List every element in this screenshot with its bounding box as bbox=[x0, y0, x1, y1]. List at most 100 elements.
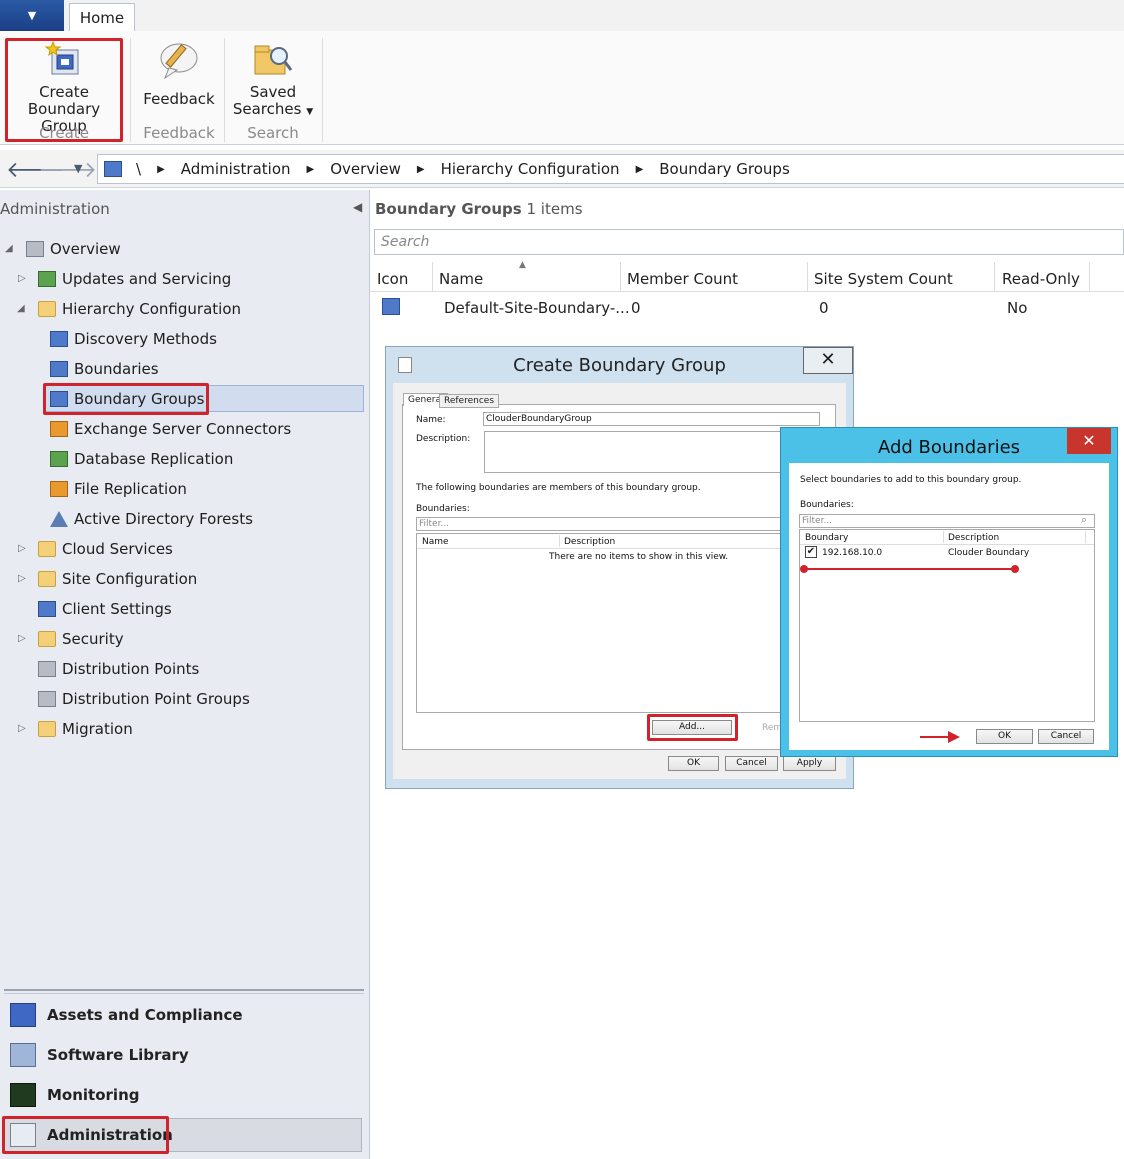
breadcrumb: \ ▶ Administration ▶ Overview ▶ Hierarch… bbox=[97, 154, 1124, 184]
tab-references[interactable]: References bbox=[439, 394, 500, 408]
tree-item-discovery-methods[interactable]: Discovery Methods bbox=[50, 327, 217, 351]
list-column-name[interactable]: Name bbox=[422, 537, 449, 547]
list-column-description[interactable]: Description bbox=[564, 537, 615, 547]
tree-item-file-replication[interactable]: File Replication bbox=[50, 477, 187, 501]
console-root-icon[interactable] bbox=[104, 161, 122, 177]
expanded-arrow-icon[interactable]: ◢ bbox=[17, 303, 25, 314]
tree-item-site-configuration[interactable]: Site Configuration bbox=[38, 567, 197, 591]
breadcrumb-overview[interactable]: Overview bbox=[324, 160, 407, 178]
ok-button[interactable]: OK bbox=[976, 729, 1033, 744]
column-header-site-system-count[interactable]: Site System Count bbox=[814, 270, 953, 288]
column-header-icon[interactable]: Icon bbox=[377, 270, 408, 288]
column-header-member-count[interactable]: Member Count bbox=[627, 270, 738, 288]
boundary-description: Clouder Boundary bbox=[948, 548, 1030, 558]
software-library-icon bbox=[10, 1043, 36, 1067]
workspace-label: Software Library bbox=[47, 1046, 189, 1064]
column-separator[interactable] bbox=[620, 262, 621, 292]
tree-item-distribution-point-groups[interactable]: Distribution Point Groups bbox=[38, 687, 250, 711]
breadcrumb-separator-icon[interactable]: ▶ bbox=[297, 164, 325, 175]
cell-read-only: No bbox=[1007, 299, 1028, 317]
forward-arrow-icon[interactable]: 🡒 bbox=[38, 157, 97, 183]
column-separator[interactable] bbox=[1089, 262, 1090, 292]
tree-item-label: Client Settings bbox=[62, 600, 172, 618]
workspace-software-library[interactable]: Software Library bbox=[10, 1040, 189, 1070]
cancel-button[interactable]: Cancel bbox=[725, 756, 778, 771]
tree-item-security[interactable]: Security bbox=[38, 627, 124, 651]
column-separator[interactable] bbox=[994, 262, 995, 292]
tree-item-hierarchy-configuration[interactable]: Hierarchy Configuration bbox=[38, 297, 241, 321]
tree-item-database-replication[interactable]: Database Replication bbox=[50, 447, 233, 471]
breadcrumb-boundary-groups[interactable]: Boundary Groups bbox=[653, 160, 796, 178]
workspace-splitter[interactable] bbox=[4, 989, 364, 994]
tree-item-updates-and-servicing[interactable]: Updates and Servicing bbox=[38, 267, 231, 291]
saved-searches-button[interactable]: Saved Searches ▼ bbox=[226, 38, 320, 121]
feedback-icon bbox=[160, 43, 198, 80]
column-separator[interactable] bbox=[432, 262, 433, 292]
cancel-button[interactable]: Cancel bbox=[1038, 729, 1094, 744]
breadcrumb-separator-icon[interactable]: ▶ bbox=[407, 164, 435, 175]
boundary-value: 192.168.10.0 bbox=[822, 548, 883, 558]
dropdown-arrow-icon: ▼ bbox=[306, 107, 314, 117]
list-column-boundary[interactable]: Boundary bbox=[805, 533, 848, 543]
collapsed-arrow-icon[interactable]: ▷ bbox=[18, 273, 26, 284]
breadcrumb-separator-icon[interactable]: ▶ bbox=[147, 164, 175, 175]
breadcrumb-root[interactable]: \ bbox=[130, 160, 147, 178]
tree-item-cloud-services[interactable]: Cloud Services bbox=[38, 537, 173, 561]
tree-item-distribution-points[interactable]: Distribution Points bbox=[38, 657, 199, 681]
tree-item-label: File Replication bbox=[74, 480, 187, 498]
breadcrumb-separator-icon[interactable]: ▶ bbox=[626, 164, 654, 175]
column-separator[interactable] bbox=[807, 262, 808, 292]
ribbon-group-feedback: Feedback bbox=[143, 124, 215, 142]
breadcrumb-hierarchy-configuration[interactable]: Hierarchy Configuration bbox=[435, 160, 626, 178]
discovery-methods-icon bbox=[50, 331, 68, 347]
app-menu-button[interactable]: ▼ bbox=[0, 0, 64, 31]
column-header-read-only[interactable]: Read-Only bbox=[1002, 270, 1080, 288]
list-column-description[interactable]: Description bbox=[948, 533, 999, 543]
feedback-button[interactable]: Feedback bbox=[135, 38, 223, 108]
tree-item-boundaries[interactable]: Boundaries bbox=[50, 357, 159, 381]
description-input[interactable] bbox=[484, 431, 784, 473]
collapsed-arrow-icon[interactable]: ▷ bbox=[18, 543, 26, 554]
collapsed-arrow-icon[interactable]: ▷ bbox=[18, 723, 26, 734]
expanded-arrow-icon[interactable]: ◢ bbox=[5, 243, 13, 254]
filter-input[interactable]: Filter... bbox=[416, 517, 784, 531]
overview-icon bbox=[26, 241, 44, 257]
filter-input[interactable]: Filter... bbox=[799, 514, 1095, 528]
tree-item-migration[interactable]: Migration bbox=[38, 717, 133, 741]
workspace-assets-and-compliance[interactable]: Assets and Compliance bbox=[10, 1000, 243, 1030]
checkbox-checked-icon[interactable]: ✔ bbox=[805, 546, 817, 558]
tree-item-client-settings[interactable]: Client Settings bbox=[38, 597, 172, 621]
chevron-down-icon: ▼ bbox=[27, 9, 37, 22]
tab-home[interactable]: Home bbox=[69, 3, 135, 32]
highlight-arrow-shaft bbox=[920, 736, 950, 738]
search-input[interactable]: Search bbox=[374, 229, 1124, 255]
tree-item-label: Discovery Methods bbox=[74, 330, 217, 348]
tree-item-active-directory-forests[interactable]: Active Directory Forests bbox=[50, 507, 253, 531]
apply-button[interactable]: Apply bbox=[783, 756, 836, 771]
tree-item-exchange-server-connectors[interactable]: Exchange Server Connectors bbox=[50, 417, 291, 441]
breadcrumb-administration[interactable]: Administration bbox=[175, 160, 297, 178]
ribbon-tab-bar bbox=[0, 0, 1124, 32]
workspace-label: Monitoring bbox=[47, 1086, 140, 1104]
column-separator bbox=[559, 535, 560, 547]
exchange-connector-icon bbox=[50, 421, 68, 437]
collapse-pane-icon[interactable]: ◀ bbox=[353, 200, 362, 214]
cell-name: Default-Site-Boundary-... bbox=[444, 299, 630, 317]
collapsed-arrow-icon[interactable]: ▷ bbox=[18, 573, 26, 584]
tree-item-overview[interactable]: Overview bbox=[26, 237, 121, 261]
collapsed-arrow-icon[interactable]: ▷ bbox=[18, 633, 26, 644]
ok-button[interactable]: OK bbox=[668, 756, 719, 771]
cell-site-system-count: 0 bbox=[819, 299, 829, 317]
search-icon[interactable]: ⌕ bbox=[1081, 513, 1087, 527]
highlight-dot bbox=[800, 565, 808, 573]
tree-item-label: Hierarchy Configuration bbox=[62, 300, 241, 318]
sort-ascending-icon: ▲ bbox=[519, 260, 526, 270]
close-icon[interactable]: ✕ bbox=[803, 347, 853, 374]
workspace-monitoring[interactable]: Monitoring bbox=[10, 1080, 139, 1110]
column-header-name[interactable]: Name bbox=[439, 270, 483, 288]
close-icon[interactable]: ✕ bbox=[1067, 428, 1111, 454]
client-settings-icon bbox=[38, 601, 56, 617]
history-dropdown-icon[interactable]: ▼ bbox=[74, 162, 82, 175]
members-text: The following boundaries are members of … bbox=[416, 483, 701, 493]
name-input[interactable]: ClouderBoundaryGroup bbox=[483, 412, 820, 426]
